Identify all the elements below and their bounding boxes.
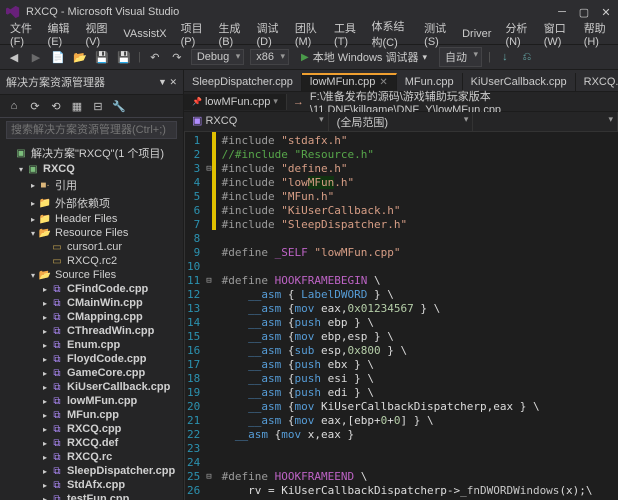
menu-item[interactable]: VAssistX	[117, 26, 172, 42]
menu-item[interactable]: 生成(B)	[213, 18, 249, 50]
tree-node[interactable]: ▸⧉KiUserCallback.cpp	[0, 380, 183, 394]
tree-node[interactable]: ▾📂Source Files	[0, 268, 183, 282]
tree-node[interactable]: ▸⧉lowMFun.cpp	[0, 394, 183, 408]
tree-node[interactable]: ▾▣RXCQ	[0, 162, 183, 176]
close-button[interactable]: ✕	[600, 6, 612, 18]
menu-item[interactable]: Driver	[456, 26, 497, 42]
nav-bar: ▣ RXCQ (全局范围)	[184, 112, 618, 132]
tree-node[interactable]: ▸⧉FloydCode.cpp	[0, 352, 183, 366]
collapse-icon[interactable]: ⊟	[90, 98, 106, 114]
tree-node[interactable]: ▣解决方案"RXCQ"(1 个项目)	[0, 144, 183, 162]
open-icon[interactable]: 📂	[72, 49, 88, 65]
menu-item[interactable]: 团队(M)	[289, 18, 326, 50]
toolbar-icon[interactable]: ⎌	[519, 49, 535, 65]
menu-item[interactable]: 窗口(W)	[538, 18, 576, 50]
menu-item[interactable]: 文件(F)	[4, 18, 40, 50]
maximize-button[interactable]: ▢	[578, 6, 590, 18]
tree-node[interactable]: ▸⧉Enum.cpp	[0, 338, 183, 352]
run-button[interactable]: ▶本地 Windows 调试器▾	[295, 47, 433, 67]
menu-item[interactable]: 工具(T)	[328, 18, 364, 50]
properties-icon[interactable]: 🔧	[111, 98, 127, 114]
tree-node[interactable]: ▭cursor1.cur	[0, 240, 183, 254]
back-icon[interactable]: ◀	[6, 49, 22, 65]
tree-node[interactable]: ▭RXCQ.rc2	[0, 254, 183, 268]
explorer-toolbar: ⌂ ⟳ ⟲ ▦ ⊟ 🔧	[0, 95, 183, 118]
menu-item[interactable]: 项目(P)	[175, 18, 211, 50]
solution-explorer-header: 解决方案资源管理器 ▼ ✕	[0, 70, 183, 95]
menu-item[interactable]: 视图(V)	[79, 18, 115, 50]
nav-scope[interactable]: (全局范围)	[329, 112, 474, 131]
new-file-icon[interactable]: 📄	[50, 49, 66, 65]
tree-node[interactable]: ▸⧉RXCQ.def	[0, 436, 183, 450]
home-icon[interactable]: ⌂	[6, 98, 22, 114]
tree-node[interactable]: ▸⧉CFindCode.cpp	[0, 282, 183, 296]
forward-icon[interactable]: ▶	[28, 49, 44, 65]
tree-node[interactable]: ▸⧉RXCQ.rc	[0, 450, 183, 464]
play-icon: ▶	[301, 52, 309, 63]
tree-node[interactable]: ▸⧉CThreadWin.cpp	[0, 324, 183, 338]
secondary-tabs: lowMFun.cpp▾ → F:\准备发布的源码\游戏辅助玩家版本\11.DN…	[184, 92, 618, 112]
save-all-icon[interactable]: 💾	[116, 49, 132, 65]
solution-explorer-panel: 解决方案资源管理器 ▼ ✕ ⌂ ⟳ ⟲ ▦ ⊟ 🔧 ▣解决方案"RXCQ"(1 …	[0, 70, 184, 500]
tree-node[interactable]: ▸⧉MFun.cpp	[0, 408, 183, 422]
step-icon[interactable]: ↓	[497, 49, 513, 65]
tree-node[interactable]: ▸■·引用	[0, 176, 183, 194]
explorer-search-input[interactable]	[6, 121, 177, 139]
tree-node[interactable]: ▸⧉GameCore.cpp	[0, 366, 183, 380]
code-editor[interactable]: 1 2 3 4 5 6 7 8 9 10 11 12 13 14 15 16 1…	[184, 132, 618, 500]
undo-icon[interactable]: ↶	[147, 49, 163, 65]
nav-project[interactable]: ▣ RXCQ	[184, 112, 329, 131]
menubar: 文件(F)编辑(E)视图(V)VAssistX项目(P)生成(B)调试(D)团队…	[0, 24, 618, 44]
window-title: RXCQ - Microsoft Visual Studio	[26, 6, 179, 18]
menu-item[interactable]: 调试(D)	[250, 18, 286, 50]
editor-area: SleepDispatcher.cpplowMFun.cpp ✕MFun.cpp…	[184, 70, 618, 500]
tree-node[interactable]: ▸⧉StdAfx.cpp	[0, 478, 183, 492]
platform-dropdown[interactable]: x86	[250, 49, 289, 65]
solution-tree: ▣解决方案"RXCQ"(1 个项目)▾▣RXCQ▸■·引用▸📁外部依赖项▸📁He…	[0, 142, 183, 500]
sync-icon[interactable]: ⟲	[48, 98, 64, 114]
tree-node[interactable]: ▸📁外部依赖项	[0, 194, 183, 212]
subtab-lowmfun[interactable]: lowMFun.cpp▾	[184, 94, 287, 110]
document-tab[interactable]: SleepDispatcher.cpp	[184, 73, 302, 91]
redo-icon[interactable]: ↷	[169, 49, 185, 65]
tree-node[interactable]: ▸⧉SleepDispatcher.cpp	[0, 464, 183, 478]
vs-logo-icon	[6, 5, 20, 19]
show-all-icon[interactable]: ▦	[69, 98, 85, 114]
menu-item[interactable]: 编辑(E)	[42, 18, 78, 50]
tree-node[interactable]: ▸⧉RXCQ.cpp	[0, 422, 183, 436]
refresh-icon[interactable]: ⟳	[27, 98, 43, 114]
arrow-icon: →	[287, 96, 310, 108]
menu-item[interactable]: 分析(N)	[499, 18, 535, 50]
tree-node[interactable]: ▸⧉CMainWin.cpp	[0, 296, 183, 310]
save-icon[interactable]: 💾	[94, 49, 110, 65]
tree-node[interactable]: ▸⧉CMapping.cpp	[0, 310, 183, 324]
tree-node[interactable]: ▸⧉testFun.cpp	[0, 492, 183, 500]
panel-dropdown-icon[interactable]: ▼ ✕	[158, 77, 177, 88]
menu-item[interactable]: 测试(S)	[418, 18, 454, 50]
tree-node[interactable]: ▸📁Header Files	[0, 212, 183, 226]
menu-item[interactable]: 帮助(H)	[578, 18, 614, 50]
config-dropdown[interactable]: Debug	[191, 49, 244, 65]
nav-member[interactable]	[473, 112, 618, 131]
tree-node[interactable]: ▾📂Resource Files	[0, 226, 183, 240]
minimize-button[interactable]: ─	[556, 6, 568, 18]
auto-dropdown[interactable]: 自动	[439, 47, 482, 67]
